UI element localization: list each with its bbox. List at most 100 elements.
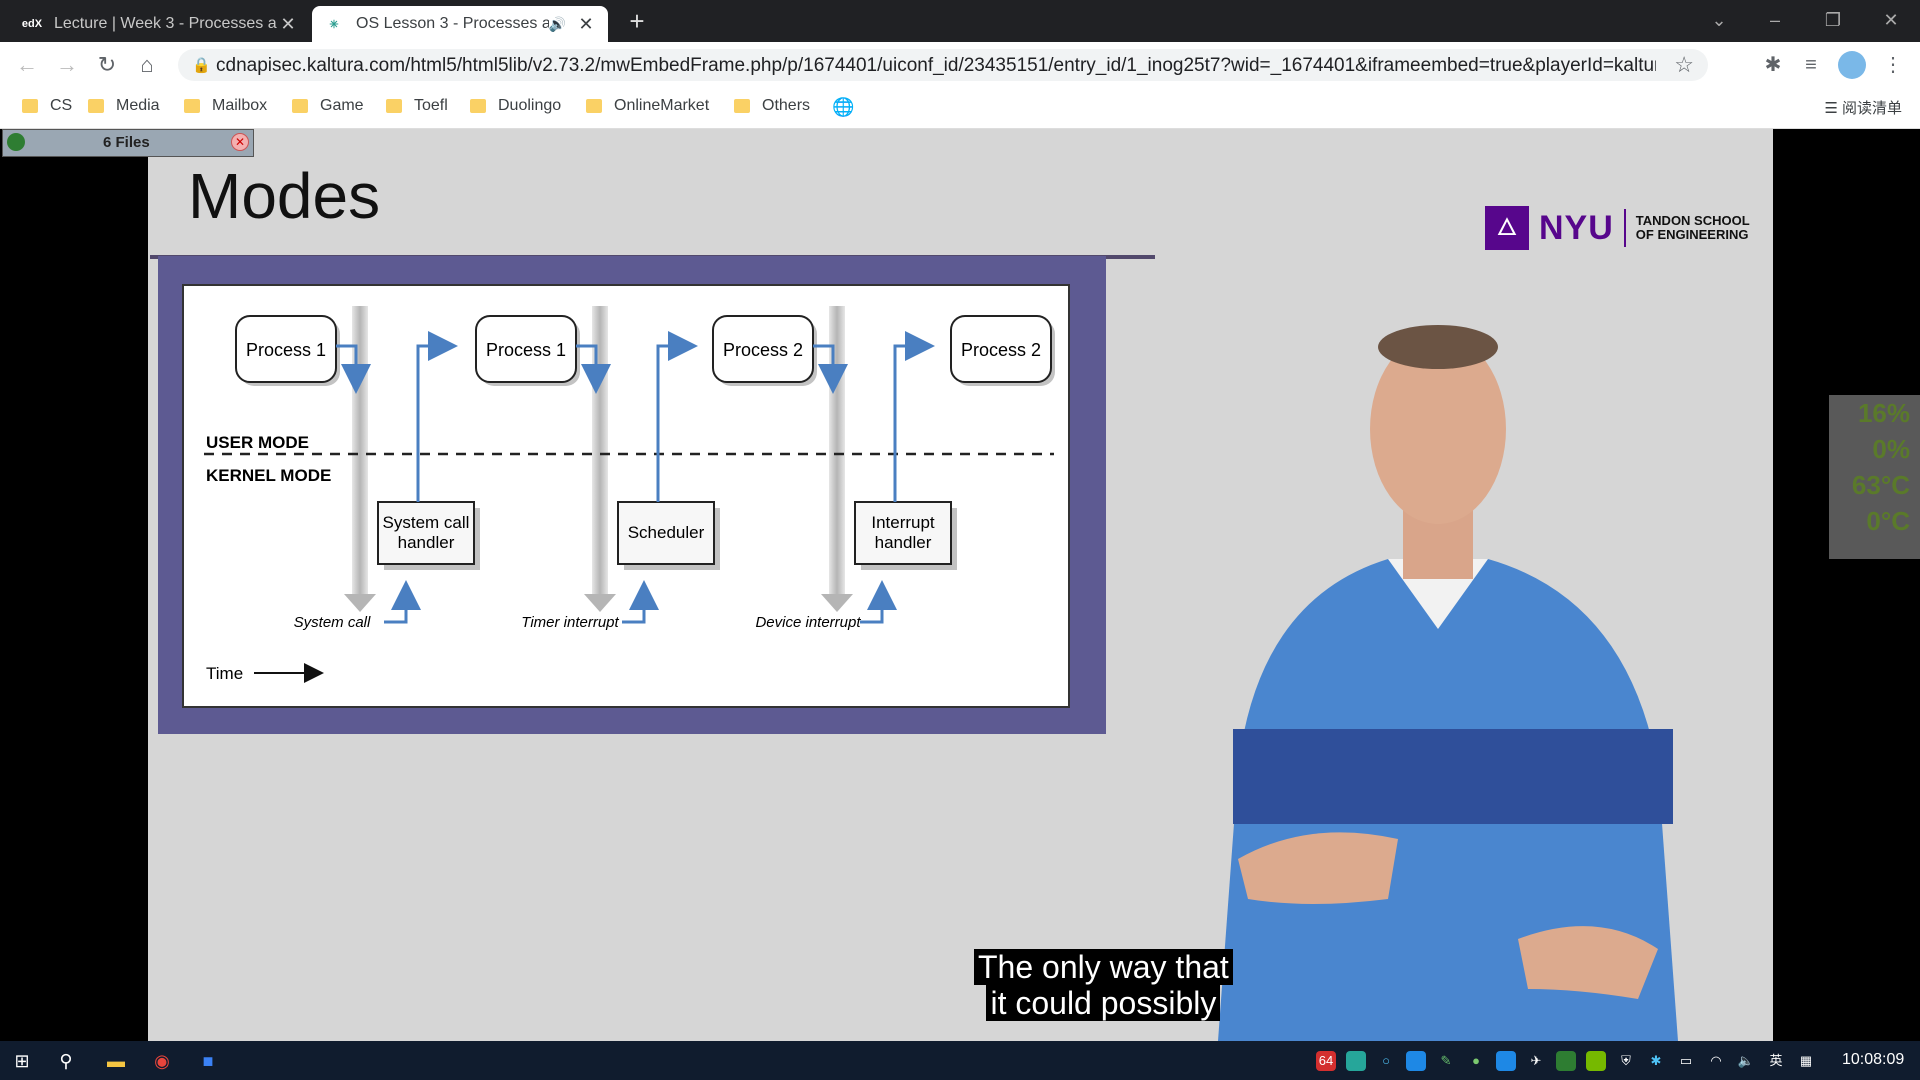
process-label: Process 1 — [246, 340, 326, 360]
bookmark-label: Others — [762, 97, 811, 114]
back-button[interactable]: ← — [12, 50, 42, 80]
process-box: Process 2 — [712, 315, 817, 386]
folder-icon — [386, 99, 402, 113]
app-icon[interactable]: ■ — [194, 1047, 222, 1075]
gpu-usage: 0% — [1872, 434, 1910, 464]
security-shield-icon[interactable]: ⛨ — [1616, 1051, 1636, 1071]
app-icon — [7, 133, 25, 151]
edx-icon: edX — [21, 18, 43, 30]
time-column — [829, 306, 845, 596]
new-tab-button[interactable]: + — [622, 6, 652, 36]
chrome-icon[interactable]: ◉ — [148, 1047, 176, 1075]
close-icon[interactable]: ✕ — [231, 133, 249, 151]
file-explorer-icon[interactable]: ▬ — [102, 1047, 130, 1075]
process-box: Process 1 — [235, 315, 340, 386]
bookmark-label: Duolingo — [498, 97, 562, 114]
tray-app-icon[interactable] — [1496, 1051, 1516, 1071]
handler-label: System call — [383, 513, 470, 532]
hair — [1378, 325, 1498, 369]
wechat-icon[interactable]: ● — [1466, 1051, 1486, 1071]
subtitle-caption: The only way that it could possibly — [974, 949, 1233, 1021]
nyu-logo: 🜂 NYU TANDON SCHOOL OF ENGINEERING — [1485, 206, 1765, 250]
flow-arrow — [893, 331, 935, 502]
shirt-stripe — [1233, 729, 1673, 824]
profile-avatar[interactable] — [1838, 51, 1866, 79]
audio-playing-icon[interactable]: 🔊 — [549, 16, 566, 33]
reading-list-label: 阅读清单 — [1841, 100, 1902, 117]
caption-line-2: it could possibly — [986, 985, 1221, 1021]
bookmarks-bar: CS Media Mailbox Game Toefl Duolingo Onl… — [0, 88, 1920, 129]
tab-os-lesson[interactable]: ✳ OS Lesson 3 - Processes a 🔊 ✕ — [312, 6, 608, 42]
close-window-button[interactable]: ✕ — [1862, 0, 1920, 40]
battery-icon[interactable]: ▭ — [1676, 1051, 1696, 1071]
browser-toolbar: ← → ↻ ⌂ 🔒 cdnapisec.kaltura.com/html5/ht… — [0, 42, 1920, 88]
logo-line2: OF ENGINEERING — [1635, 227, 1749, 242]
home-button[interactable]: ⌂ — [132, 50, 162, 80]
media-control-icon[interactable]: ≡ — [1796, 50, 1826, 80]
folder-icon — [22, 99, 38, 113]
flow-arrow — [860, 580, 897, 624]
reload-button[interactable]: ↻ — [92, 50, 122, 80]
bookmark-label: Mailbox — [212, 97, 268, 114]
event-label: Device interrupt — [755, 614, 861, 631]
video-player[interactable]: Modes 🜂 NYU TANDON SCHOOLOF ENGINEERING — [0, 129, 1920, 1041]
folder-icon — [184, 99, 200, 113]
handler-box: Interrupt handler — [854, 501, 957, 570]
handler-label: Scheduler — [628, 523, 705, 542]
bookmark-onlinemarket[interactable]: OnlineMarket — [586, 97, 709, 115]
bluetooth-icon[interactable]: ✱ — [1646, 1051, 1666, 1071]
bookmark-toefl[interactable]: Toefl — [386, 97, 448, 115]
event-label: System call — [294, 614, 371, 631]
tray-app-icon[interactable] — [1556, 1051, 1576, 1071]
input-language[interactable]: 英 — [1766, 1051, 1786, 1071]
bookmark-star-icon[interactable]: ☆ — [1674, 52, 1694, 78]
windows-start-icon[interactable]: ⊞ — [8, 1047, 36, 1075]
reading-list-button[interactable]: ☰ 阅读清单 — [1824, 97, 1902, 118]
restore-button[interactable]: ❐ — [1804, 0, 1862, 40]
bookmark-mailbox[interactable]: Mailbox — [184, 97, 267, 115]
wifi-icon[interactable]: ◠ — [1706, 1051, 1726, 1071]
tab-title: OS Lesson 3 - Processes a — [356, 15, 549, 32]
folder-icon — [88, 99, 104, 113]
time-column — [592, 306, 608, 596]
bookmark-duolingo[interactable]: Duolingo — [470, 97, 561, 115]
menu-kebab-icon[interactable]: ⋮ — [1878, 50, 1908, 80]
tab-bar: edX Lecture | Week 3 - Processes a ✕ ✳ O… — [0, 0, 1920, 42]
nvidia-icon[interactable] — [1586, 1051, 1606, 1071]
forward-button[interactable]: → — [52, 50, 82, 80]
tray-app-icon[interactable]: ✎ — [1436, 1051, 1456, 1071]
cpu-usage: 16% — [1857, 398, 1910, 428]
handler-label: handler — [398, 533, 455, 552]
bookmark-others[interactable]: Others — [734, 97, 810, 115]
globe-icon[interactable]: 🌐 — [832, 97, 854, 118]
tab-search-icon[interactable]: ⌄ — [1690, 0, 1748, 40]
url-text[interactable]: cdnapisec.kaltura.com/html5/html5lib/v2.… — [216, 55, 1656, 77]
tray-circle-icon[interactable]: ○ — [1376, 1051, 1396, 1071]
volume-icon[interactable]: 🔈 — [1736, 1051, 1756, 1071]
gpu-temp: 0°C — [1866, 506, 1910, 536]
bookmark-cs[interactable]: CS — [22, 97, 72, 115]
modes-diagram: USER MODE KERNEL MODE Process 1 Process … — [182, 284, 1070, 708]
bookmark-media[interactable]: Media — [88, 97, 160, 115]
search-icon[interactable]: ⚲ — [52, 1047, 80, 1075]
bookmark-game[interactable]: Game — [292, 97, 364, 115]
tray-badge[interactable]: 64 — [1316, 1051, 1336, 1071]
input-method-icon[interactable]: ▦ — [1796, 1051, 1816, 1071]
flow-arrow — [416, 331, 458, 502]
close-icon[interactable]: ✕ — [278, 14, 298, 35]
caption-line-1: The only way that — [974, 949, 1233, 985]
address-bar[interactable]: 🔒 cdnapisec.kaltura.com/html5/html5lib/v… — [178, 49, 1708, 81]
tray-app-icon[interactable] — [1346, 1051, 1366, 1071]
folder-icon — [586, 99, 602, 113]
close-icon[interactable]: ✕ — [576, 14, 596, 35]
time-column-arrow — [821, 594, 853, 612]
tab-lecture[interactable]: edX Lecture | Week 3 - Processes a ✕ — [10, 6, 310, 42]
minimize-button[interactable]: – — [1746, 0, 1804, 40]
system-clock[interactable]: 10:08:09 — [1842, 1051, 1904, 1069]
extensions-icon[interactable]: ✱ — [1758, 50, 1788, 80]
bookmark-label: Toefl — [414, 97, 448, 114]
files-overlay[interactable]: 6 Files ✕ — [2, 129, 254, 157]
lock-icon[interactable]: 🔒 — [192, 56, 211, 74]
tray-app-icon[interactable] — [1406, 1051, 1426, 1071]
tray-app-icon[interactable]: ✈ — [1526, 1051, 1546, 1071]
